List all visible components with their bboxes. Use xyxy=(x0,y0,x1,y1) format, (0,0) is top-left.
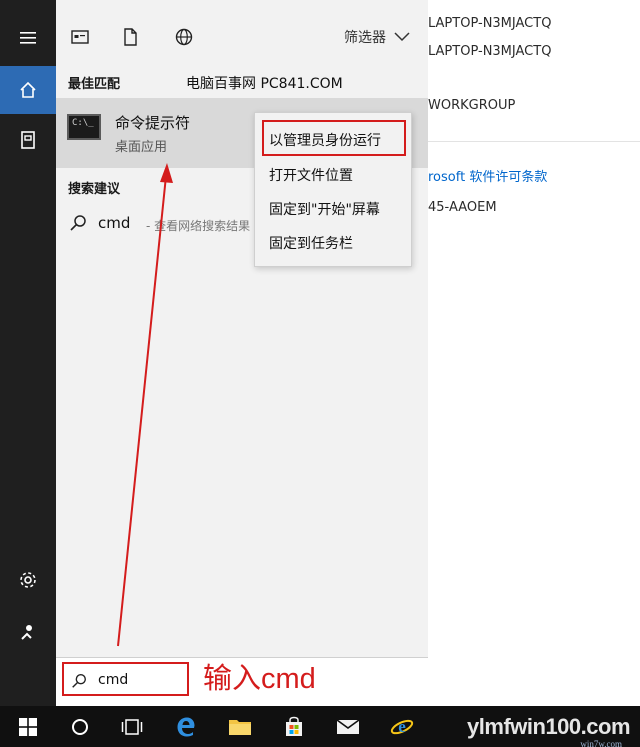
document-icon xyxy=(124,28,137,46)
filter-label: 筛选器 xyxy=(344,30,386,46)
start-button[interactable] xyxy=(4,706,52,747)
menu-item-pin-to-start[interactable]: 固定到"开始"屏幕 xyxy=(269,199,380,219)
search-icon xyxy=(70,215,86,231)
folder-icon xyxy=(229,719,251,735)
documents-button[interactable] xyxy=(0,116,56,164)
web-filter-button[interactable] xyxy=(173,26,195,48)
system-info-window: LAPTOP-N3MJACTQ LAPTOP-N3MJACTQ WORKGROU… xyxy=(428,0,640,706)
home-icon xyxy=(20,81,36,98)
product-id-value: 45-AAOEM xyxy=(428,200,497,215)
panel-toolbar: 筛选器 xyxy=(56,0,428,70)
menu-item-open-file-location[interactable]: 打开文件位置 xyxy=(269,165,353,185)
divider xyxy=(428,141,640,142)
menu-item-pin-to-taskbar[interactable]: 固定到任务栏 xyxy=(269,233,353,253)
full-computer-name-value: LAPTOP-N3MJACTQ xyxy=(428,44,552,59)
task-view-icon xyxy=(121,718,143,735)
menu-button[interactable] xyxy=(0,14,56,62)
brand-watermark-sub: win7w.com xyxy=(580,739,622,747)
svg-text:e: e xyxy=(398,717,406,736)
internet-explorer-button[interactable]: e xyxy=(378,706,426,747)
globe-icon xyxy=(175,28,193,46)
task-view-button[interactable] xyxy=(108,706,156,747)
circle-icon xyxy=(72,718,88,735)
start-left-rail xyxy=(0,0,56,706)
brand-watermark: ylmfwin100.com xyxy=(467,714,630,739)
workgroup-value: WORKGROUP xyxy=(428,98,516,113)
best-match-title: 命令提示符 xyxy=(115,114,191,132)
search-panel: 筛选器 最佳匹配 C:\_ 命令提示符 桌面应用 搜索建议 cmd - 查看网络… xyxy=(56,0,428,706)
taskbar: e ylmfwin100.com win7w.com xyxy=(0,706,640,747)
cortana-button[interactable] xyxy=(56,706,104,747)
mail-button[interactable] xyxy=(324,706,372,747)
hamburger-icon xyxy=(20,32,36,44)
highlight-search-box xyxy=(62,662,189,696)
file-explorer-button[interactable] xyxy=(216,706,264,747)
edge-browser-button[interactable] xyxy=(162,706,210,747)
suggestions-heading: 搜索建议 xyxy=(68,182,121,197)
apps-icon xyxy=(71,30,89,44)
windows-logo-icon xyxy=(19,717,37,736)
suggestion-description: - 查看网络搜索结果 xyxy=(146,219,251,233)
user-icon xyxy=(21,625,32,640)
highlight-run-as-admin xyxy=(262,120,406,156)
store-button[interactable] xyxy=(270,706,318,747)
settings-button[interactable] xyxy=(0,556,56,604)
user-button[interactable] xyxy=(0,608,56,656)
site-watermark: 电脑百事网 PC841.COM xyxy=(186,76,343,92)
gear-icon xyxy=(20,572,36,588)
filter-dropdown[interactable]: 筛选器 xyxy=(344,27,410,47)
command-prompt-icon: C:\_ xyxy=(67,114,101,140)
notebook-icon xyxy=(21,131,35,149)
best-match-subtitle: 桌面应用 xyxy=(115,140,168,155)
documents-filter-button[interactable] xyxy=(119,26,141,48)
best-match-heading: 最佳匹配 xyxy=(68,77,121,92)
home-button[interactable] xyxy=(0,66,56,114)
annotation-label: 输入cmd xyxy=(203,663,316,695)
mail-icon xyxy=(336,718,360,734)
store-bag-icon xyxy=(286,716,302,736)
license-terms-link[interactable]: rosoft 软件许可条款 xyxy=(428,166,547,185)
chevron-down-icon xyxy=(394,32,410,42)
apps-filter-button[interactable] xyxy=(69,26,91,48)
edge-icon xyxy=(177,717,195,736)
suggestion-term: cmd xyxy=(98,214,131,232)
ie-icon: e xyxy=(390,717,414,736)
computer-name-value: LAPTOP-N3MJACTQ xyxy=(428,16,552,31)
